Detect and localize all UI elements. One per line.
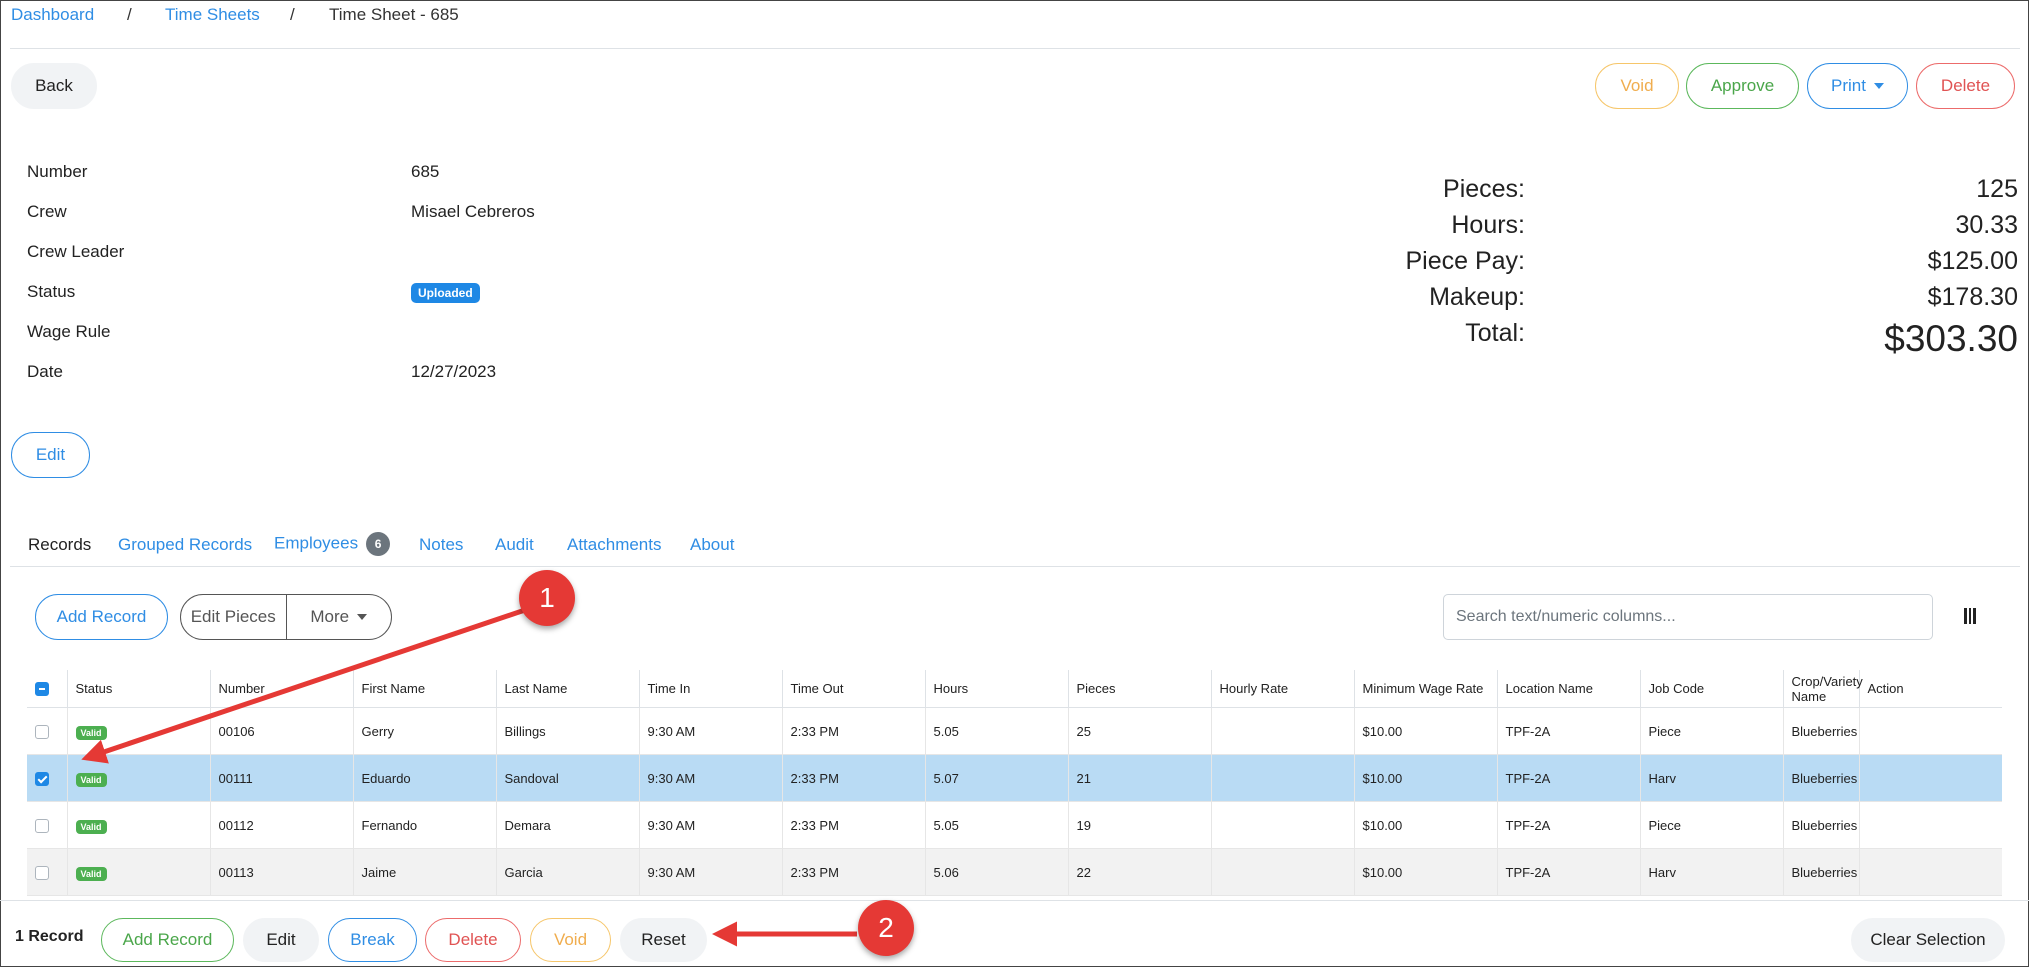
annotation-arrow-1 — [81, 607, 526, 764]
annotation-callout-1: 1 — [519, 570, 575, 626]
annotation-callout-2: 2 — [858, 900, 914, 956]
annotation-arrows — [81, 607, 857, 947]
